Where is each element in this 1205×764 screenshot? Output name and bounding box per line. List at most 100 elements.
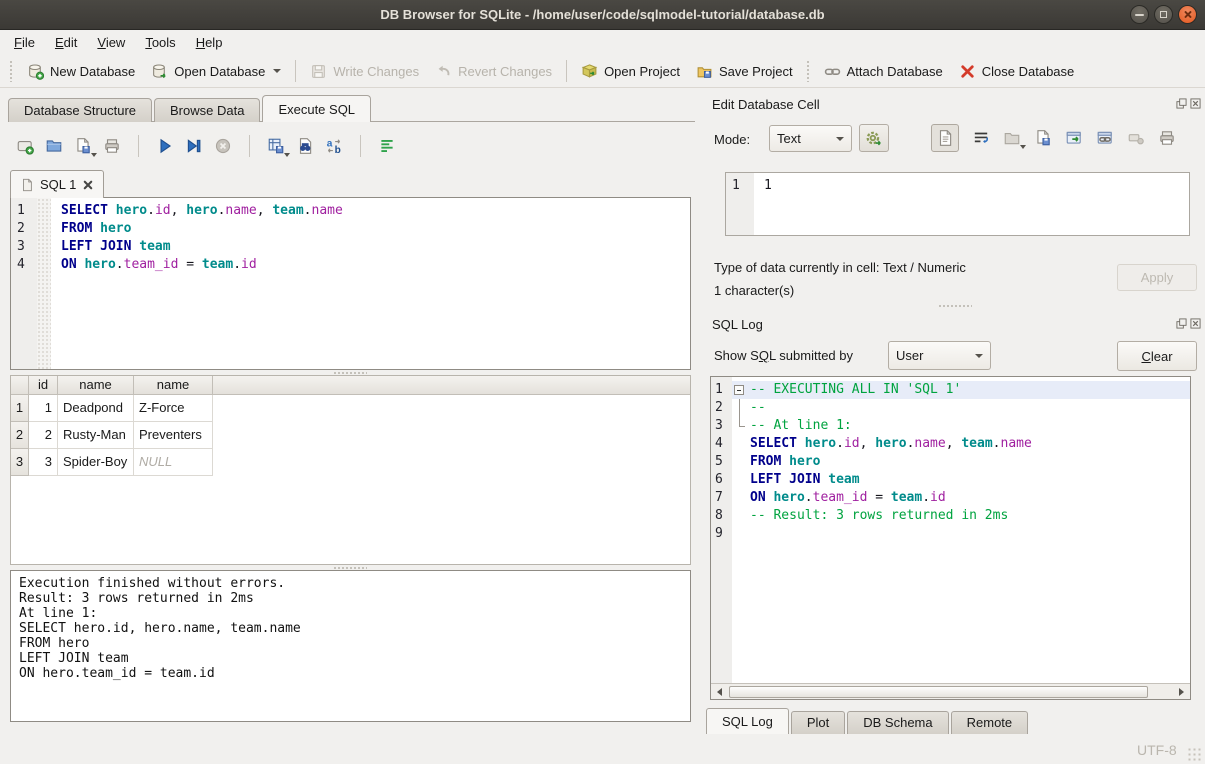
stop-execution-button[interactable] — [214, 137, 232, 155]
sql-log-filter-select[interactable]: User — [888, 341, 991, 370]
main-tab-bar: Database StructureBrowse DataExecute SQL — [8, 95, 373, 122]
fold-marker-icon[interactable] — [734, 385, 744, 395]
save-sql-file-button[interactable] — [74, 137, 92, 155]
scroll-left-button[interactable] — [711, 684, 728, 699]
open-database-icon — [151, 63, 168, 80]
link-icon — [1096, 129, 1114, 147]
execute-all-button[interactable] — [156, 137, 174, 155]
result-cell[interactable]: Spider-Boy — [58, 449, 134, 476]
row-number-cell[interactable]: 1 — [11, 395, 29, 422]
cell-value-editor[interactable]: 1 1 — [725, 172, 1190, 236]
close-database-button[interactable]: Close Database — [951, 60, 1083, 83]
word-wrap-button[interactable] — [972, 129, 990, 147]
sql-toolbar-separator — [249, 135, 250, 157]
row-number-cell[interactable]: 2 — [11, 422, 29, 449]
print-cell-button[interactable] — [1158, 129, 1176, 147]
menu-edit[interactable]: Edit — [45, 32, 87, 53]
fold-margin — [732, 381, 747, 399]
window-maximize-button[interactable] — [1154, 5, 1173, 24]
window-minimize-button[interactable] — [1130, 5, 1149, 24]
result-cell[interactable]: Z-Force — [134, 395, 213, 422]
write-changes-button[interactable]: Write Changes — [302, 60, 427, 83]
panel-close-icon[interactable] — [1190, 98, 1201, 109]
result-cell[interactable]: 2 — [29, 422, 58, 449]
execute-current-line-button[interactable] — [185, 137, 203, 155]
column-header-name-2[interactable]: name — [134, 376, 213, 394]
mode-select[interactable]: Text — [769, 125, 852, 152]
set-link-button[interactable] — [1096, 129, 1114, 147]
open-project-button[interactable]: Open Project — [573, 60, 688, 83]
panel-close-icon[interactable] — [1190, 318, 1201, 329]
undock-icon[interactable] — [1176, 318, 1187, 329]
clear-log-button[interactable]: Clear — [1117, 341, 1197, 371]
gear-icon — [865, 129, 883, 147]
cell-char-count: 1 character(s) — [714, 283, 794, 298]
sql-log-view[interactable]: 123456789 -- EXECUTING ALL IN 'SQL 1'---… — [710, 376, 1191, 700]
sql-tab-sql1[interactable]: SQL 1 — [10, 170, 104, 198]
dock-tab-sql-log[interactable]: SQL Log — [706, 708, 789, 734]
print-sql-button[interactable] — [103, 137, 121, 155]
tab-database-structure[interactable]: Database Structure — [8, 98, 152, 122]
save-project-button[interactable]: Save Project — [688, 60, 801, 83]
sql-editor[interactable]: 1234 SELECT hero.id, hero.name, team.nam… — [10, 197, 691, 370]
open-sql-tab-button[interactable] — [16, 137, 34, 155]
open-database-button[interactable]: Open Database — [143, 60, 289, 83]
toolbar-separator — [566, 60, 567, 82]
format-sql-button[interactable] — [378, 137, 396, 155]
apply-button[interactable]: Apply — [1117, 264, 1197, 291]
close-tab-icon[interactable] — [82, 179, 94, 191]
menu-file[interactable]: File — [4, 32, 45, 53]
row-number-cell[interactable]: 3 — [11, 449, 29, 476]
set-null-button[interactable] — [1127, 129, 1145, 147]
export-data-button[interactable] — [1034, 129, 1052, 147]
attach-database-button[interactable]: Attach Database — [816, 60, 951, 83]
sql-log-line — [732, 525, 1190, 543]
splitter-handle[interactable] — [938, 304, 972, 309]
scroll-right-button[interactable] — [1173, 684, 1190, 699]
sql-editor-line-numbers: 1234 — [11, 198, 37, 369]
result-cell[interactable]: 3 — [29, 449, 58, 476]
revert-changes-button[interactable]: Revert Changes — [427, 60, 560, 83]
find-replace-button[interactable]: a b — [325, 137, 343, 155]
menu-help[interactable]: Help — [186, 32, 233, 53]
text-mode-button[interactable] — [931, 124, 959, 152]
main-toolbar: New Database Open Database Write Changes… — [0, 55, 1205, 88]
open-in-external-button[interactable] — [1065, 129, 1083, 147]
result-cell[interactable]: NULL — [134, 449, 213, 476]
word-wrap-icon — [972, 129, 990, 147]
dock-tab-remote[interactable]: Remote — [951, 711, 1029, 734]
window-close-button[interactable] — [1178, 5, 1197, 24]
save-results-button[interactable] — [267, 137, 285, 155]
toolbar-drag-handle[interactable] — [806, 60, 811, 82]
toolbar-drag-handle[interactable] — [9, 60, 14, 82]
cell-settings-button[interactable] — [859, 124, 889, 152]
column-header-name-1[interactable]: name — [58, 376, 134, 394]
resize-grip[interactable] — [1187, 747, 1201, 761]
column-header-id-0[interactable]: id — [29, 376, 58, 394]
export-data-icon — [1034, 129, 1052, 147]
undock-icon[interactable] — [1176, 98, 1187, 109]
sql-log-horizontal-scrollbar[interactable] — [711, 683, 1190, 699]
result-cell[interactable]: Preventers — [134, 422, 213, 449]
open-sql-file-button[interactable] — [45, 137, 63, 155]
tab-browse-data[interactable]: Browse Data — [154, 98, 260, 122]
tab-execute-sql[interactable]: Execute SQL — [262, 95, 371, 122]
sql-log-line: -- — [732, 399, 1190, 417]
result-cell[interactable]: Deadpond — [58, 395, 134, 422]
apply-button-label: Apply — [1141, 270, 1174, 285]
menu-tools[interactable]: Tools — [135, 32, 185, 53]
scrollbar-thumb[interactable] — [729, 686, 1148, 698]
execution-status-log[interactable]: Execution finished without errors. Resul… — [10, 570, 691, 722]
dock-tab-plot[interactable]: Plot — [791, 711, 845, 734]
result-cell[interactable]: Rusty-Man — [58, 422, 134, 449]
result-cell[interactable]: 1 — [29, 395, 58, 422]
open-sql-file-icon — [45, 137, 63, 155]
result-row: 22Rusty-ManPreventers — [11, 422, 690, 449]
find-button[interactable] — [296, 137, 314, 155]
results-corner-cell[interactable] — [11, 376, 29, 394]
import-data-button[interactable] — [1003, 129, 1021, 147]
dock-tab-db-schema[interactable]: DB Schema — [847, 711, 948, 734]
menu-view[interactable]: View — [87, 32, 135, 53]
new-database-button[interactable]: New Database — [19, 60, 143, 83]
titlebar[interactable]: DB Browser for SQLite - /home/user/code/… — [0, 0, 1205, 30]
